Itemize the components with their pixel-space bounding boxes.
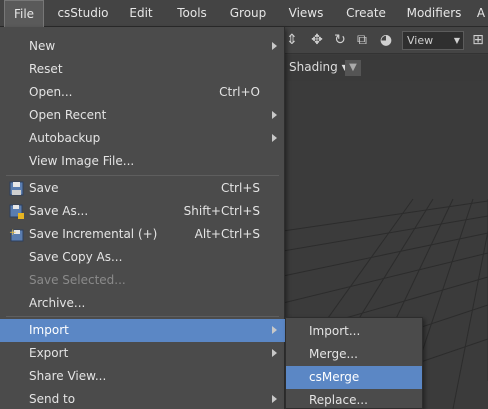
submenu-arrow-icon xyxy=(272,42,277,50)
menu-item-label: Send to xyxy=(29,392,76,406)
menu-item-label: csMerge xyxy=(309,370,360,384)
menu-item-new[interactable]: New xyxy=(0,35,285,58)
save-incremental-icon: + xyxy=(9,228,24,242)
menu-item-label: Open Recent xyxy=(29,108,107,122)
menu-modifiers[interactable]: Modifiers xyxy=(400,0,468,27)
menu-separator xyxy=(6,316,279,317)
menu-item-label: Archive... xyxy=(29,296,86,310)
menu-item-shortcut: Ctrl+O xyxy=(219,85,260,99)
menu-create[interactable]: Create xyxy=(338,0,394,27)
menu-item-export[interactable]: Export xyxy=(0,342,285,365)
menu-file[interactable]: File xyxy=(4,0,44,27)
menu-item-label: Autobackup xyxy=(29,131,101,145)
save-icon xyxy=(9,181,24,196)
menu-item-label: Replace... xyxy=(309,393,368,407)
chevron-down-icon: ▼ xyxy=(453,36,460,45)
menu-item-label: Save Incremental (+) xyxy=(29,227,158,241)
pivot-icon[interactable]: ⊞ xyxy=(469,31,487,49)
menu-item-label: Import xyxy=(29,323,69,337)
menu-item-label: Reset xyxy=(29,62,63,76)
submenu-arrow-icon xyxy=(272,111,277,119)
menu-item-save-incremental[interactable]: + Save Incremental (+) Alt+Ctrl+S xyxy=(0,223,285,246)
menu-item-save-copy-as[interactable]: Save Copy As... xyxy=(0,246,285,269)
placement-icon[interactable]: ◕ xyxy=(377,31,395,49)
move-icon[interactable]: ✥ xyxy=(308,31,326,49)
shading-label: Shading xyxy=(289,60,338,74)
submenu-arrow-icon xyxy=(272,326,277,334)
menu-item-shortcut: Alt+Ctrl+S xyxy=(194,227,260,241)
submenu-arrow-icon xyxy=(272,395,277,403)
menu-item-send-to[interactable]: Send to xyxy=(0,388,285,409)
menu-item-archive[interactable]: Archive... xyxy=(0,292,285,315)
reference-coordinate-select[interactable]: View ▼ xyxy=(402,31,464,50)
submenu-item-import[interactable]: Import... xyxy=(286,320,422,343)
svg-text:+: + xyxy=(9,228,17,238)
menu-item-shortcut: Shift+Ctrl+S xyxy=(183,204,260,218)
menu-group[interactable]: Group xyxy=(222,0,274,27)
menu-item-label: Save xyxy=(29,181,59,195)
menu-item-reset[interactable]: Reset xyxy=(0,58,285,81)
menu-csstudio[interactable]: csStudio xyxy=(50,0,116,27)
submenu-item-csmerge[interactable]: csMerge xyxy=(286,366,422,389)
filter-icon[interactable]: ▼ xyxy=(345,60,361,76)
menu-item-view-image-file[interactable]: View Image File... xyxy=(0,150,285,173)
menu-views[interactable]: Views xyxy=(280,0,332,27)
menu-edit[interactable]: Edit xyxy=(120,0,162,27)
menu-item-save[interactable]: Save Ctrl+S xyxy=(0,177,285,200)
menu-a[interactable]: A xyxy=(474,0,488,27)
menu-separator xyxy=(6,175,279,176)
file-menu: New Reset Open... Ctrl+O Open Recent Aut… xyxy=(0,27,285,409)
import-submenu: Import... Merge... csMerge Replace... xyxy=(285,317,423,409)
menu-item-save-as[interactable]: Save As... Shift+Ctrl+S xyxy=(0,200,285,223)
menu-item-autobackup[interactable]: Autobackup xyxy=(0,127,285,150)
menu-item-label: Import... xyxy=(309,324,361,338)
menu-item-save-selected: Save Selected... xyxy=(0,269,285,292)
menu-item-label: Share View... xyxy=(29,369,107,383)
menu-bar: File csStudio Edit Tools Group Views Cre… xyxy=(0,0,488,27)
menu-item-label: New xyxy=(29,39,56,53)
menu-item-share-view[interactable]: Share View... xyxy=(0,365,285,388)
rotate-icon[interactable]: ↻ xyxy=(331,31,349,49)
menu-item-label: View Image File... xyxy=(29,154,135,168)
shading-dropdown[interactable]: Shading ▾ xyxy=(289,60,348,74)
menu-tools[interactable]: Tools xyxy=(168,0,216,27)
menu-item-label: Save Copy As... xyxy=(29,250,123,264)
menu-item-label: Open... xyxy=(29,85,73,99)
submenu-arrow-icon xyxy=(272,349,277,357)
link-icon[interactable]: ⇕ xyxy=(283,31,301,49)
save-as-icon xyxy=(9,204,24,219)
viewport-header: Shading ▾ ▼ xyxy=(283,55,488,81)
view-select-value: View xyxy=(407,34,434,47)
menu-item-open-recent[interactable]: Open Recent xyxy=(0,104,285,127)
menu-item-label: Merge... xyxy=(309,347,358,361)
menu-item-import[interactable]: Import xyxy=(0,319,285,342)
submenu-item-replace[interactable]: Replace... xyxy=(286,389,422,409)
submenu-arrow-icon xyxy=(272,134,277,142)
menu-item-shortcut: Ctrl+S xyxy=(220,181,260,195)
scale-icon[interactable]: ⧉ xyxy=(353,31,371,49)
submenu-item-merge[interactable]: Merge... xyxy=(286,343,422,366)
menu-item-label: Save As... xyxy=(29,204,89,218)
menu-item-label: Export xyxy=(29,346,69,360)
menu-item-open[interactable]: Open... Ctrl+O xyxy=(0,81,285,104)
menu-item-label: Save Selected... xyxy=(29,273,126,287)
